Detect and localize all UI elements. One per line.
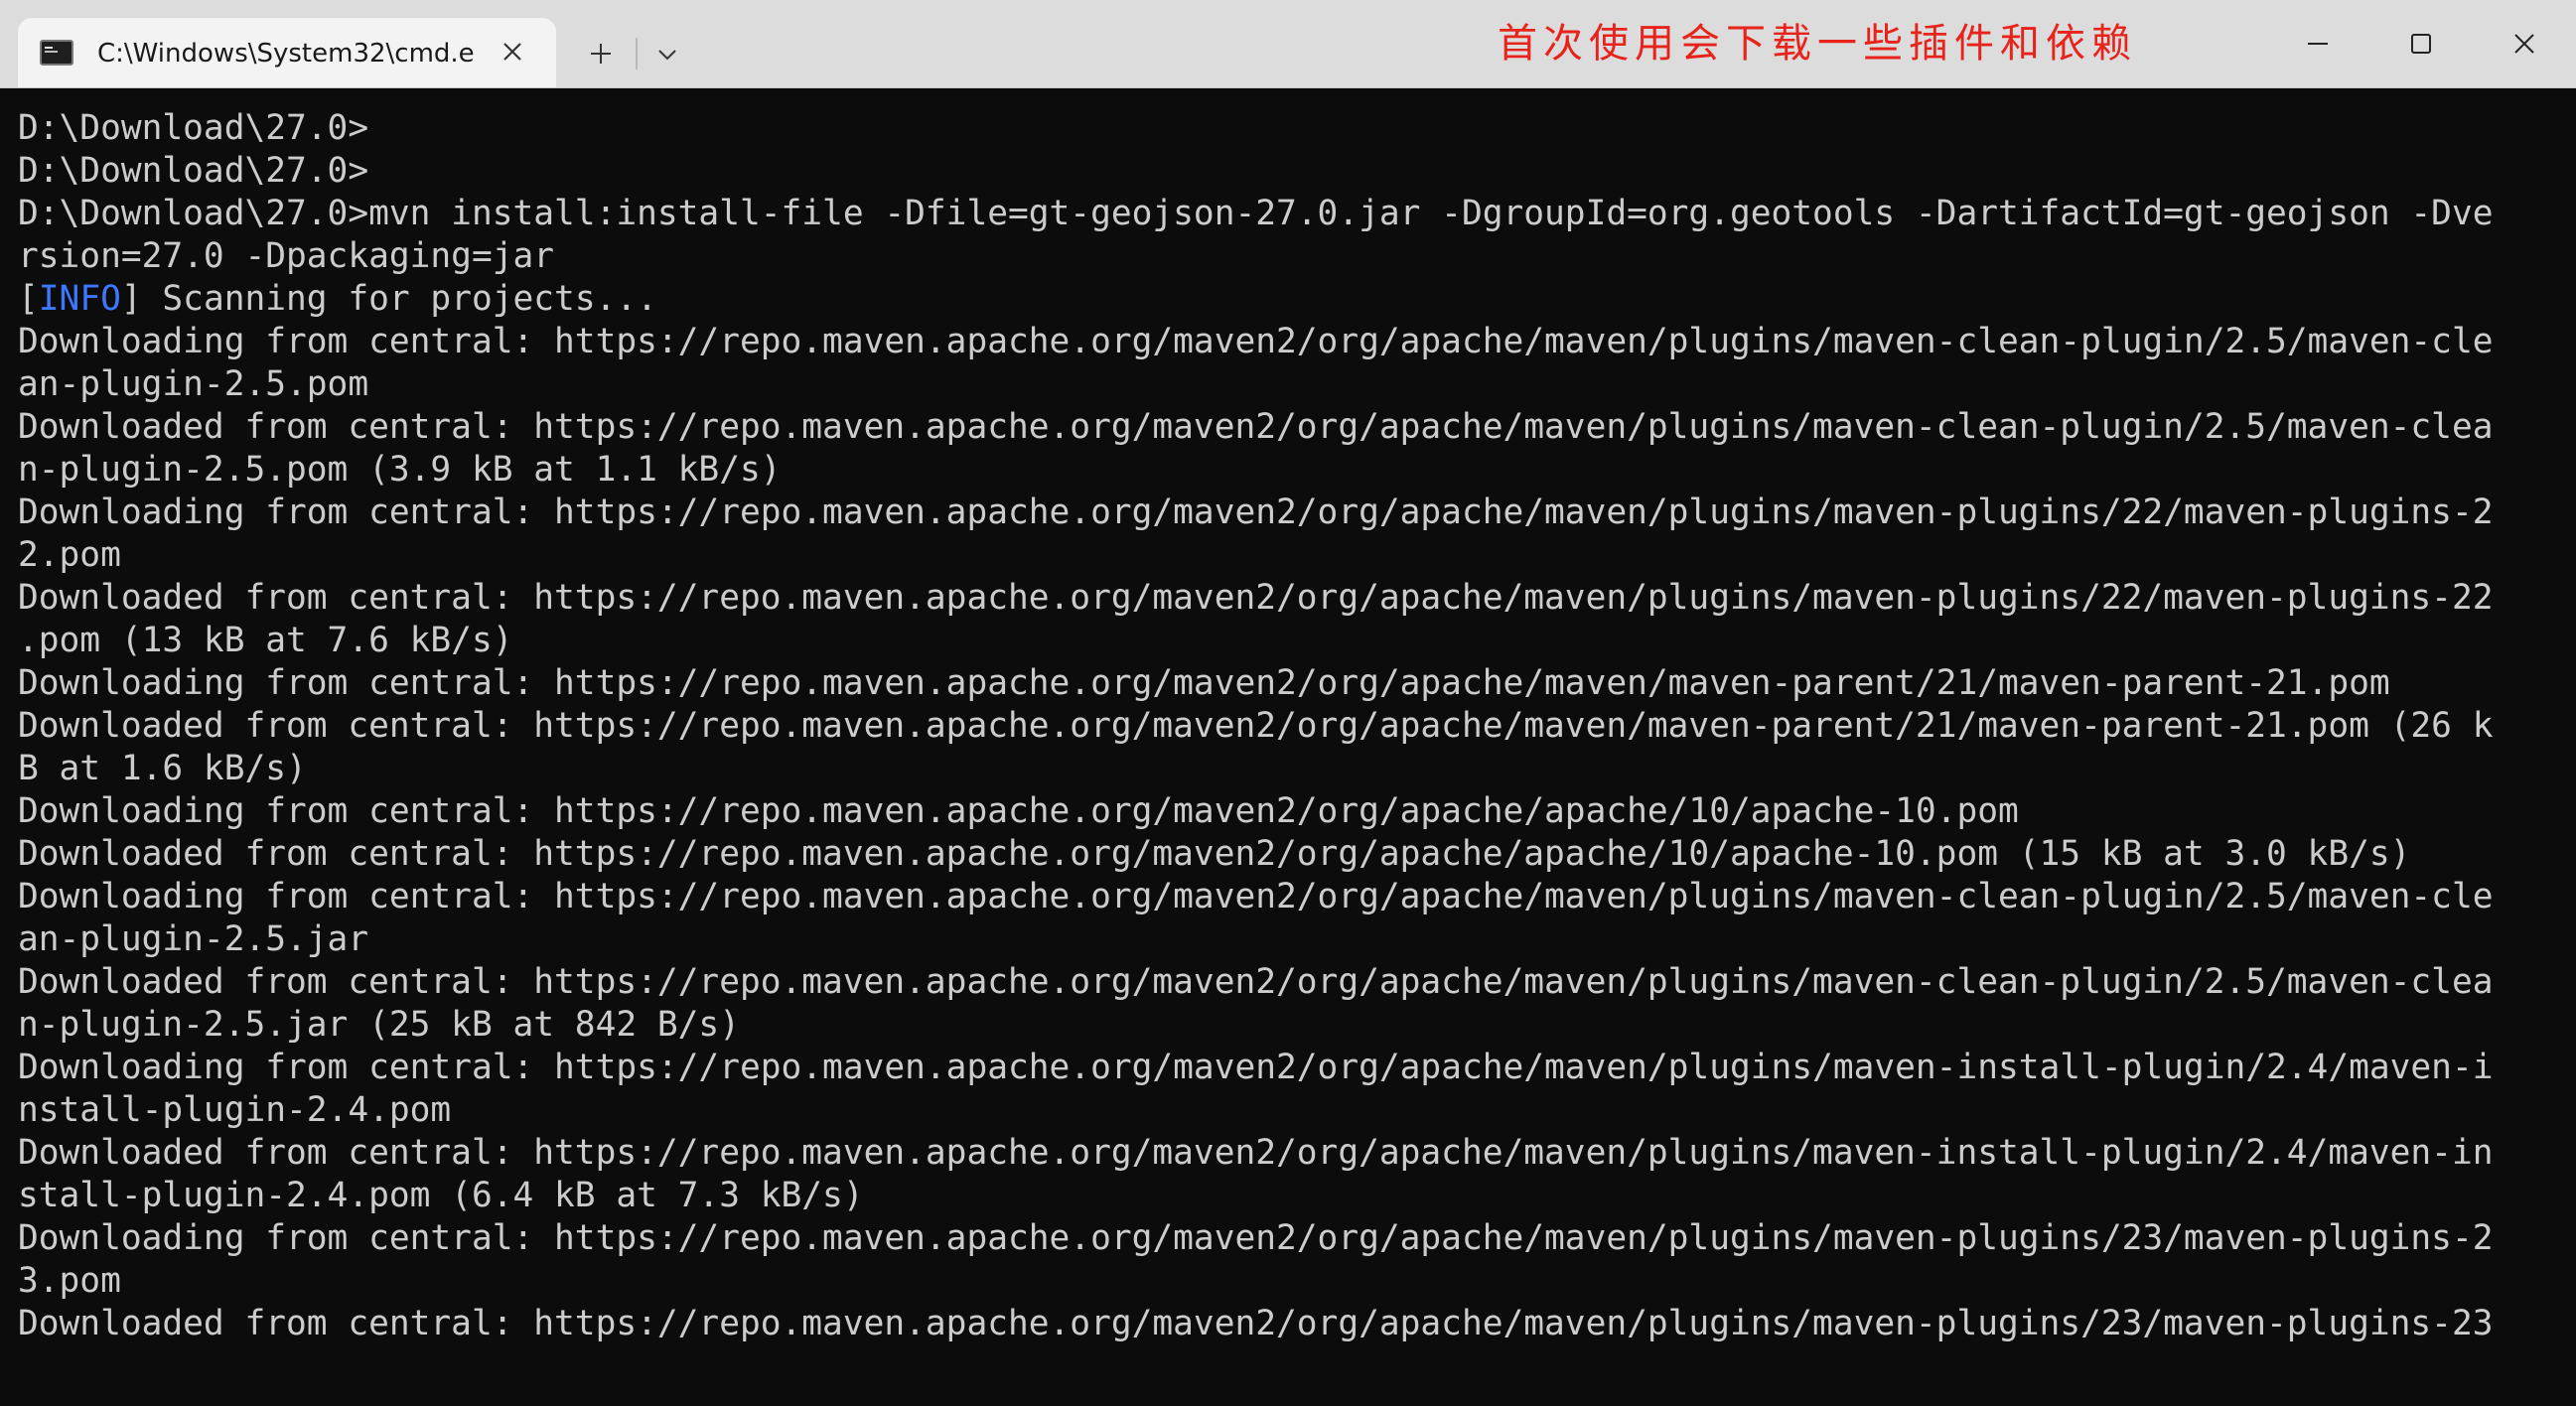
minimize-button[interactable] <box>2266 0 2369 87</box>
log-bracket-open: [ <box>18 279 39 319</box>
console-line: Downloading from central: https://repo.m… <box>18 1048 2494 1087</box>
maximize-button[interactable] <box>2369 0 2473 87</box>
new-tab-button[interactable] <box>576 32 626 75</box>
terminal-window: C:\Windows\System32\cmd.e 首次使用会下载一些插件和依赖 <box>0 0 2576 1406</box>
console-line: n-plugin-2.5.jar (25 kB at 842 B/s) <box>18 1005 740 1045</box>
close-window-button[interactable] <box>2473 0 2576 87</box>
console-line: Downloaded from central: https://repo.ma… <box>18 1133 2494 1173</box>
console-line: 2.pom <box>18 535 121 575</box>
console-line: rsion=27.0 -Dpackaging=jar <box>18 236 555 276</box>
console-line: Downloading from central: https://repo.m… <box>18 791 2019 831</box>
title-bar[interactable]: C:\Windows\System32\cmd.e 首次使用会下载一些插件和依赖 <box>0 0 2576 88</box>
console-line: Downloaded from central: https://repo.ma… <box>18 578 2494 618</box>
tab-close-button[interactable] <box>493 32 532 71</box>
tab-dropdown-button[interactable] <box>645 32 689 75</box>
console-line: Downloading from central: https://repo.m… <box>18 1218 2494 1258</box>
console-line: nstall-plugin-2.4.pom <box>18 1090 452 1130</box>
console-line: 3.pom <box>18 1261 121 1301</box>
console-line: Downloaded from central: https://repo.ma… <box>18 962 2494 1002</box>
console-line: Downloaded from central: https://repo.ma… <box>18 1304 2494 1343</box>
console-line: B at 1.6 kB/s) <box>18 749 307 788</box>
chevron-down-icon <box>658 50 676 61</box>
console-line: Downloading from central: https://repo.m… <box>18 663 2390 703</box>
console-line: [INFO] Scanning for projects... <box>18 278 2540 321</box>
minimize-icon <box>2308 43 2328 45</box>
close-icon <box>2514 34 2534 54</box>
tab-separator <box>636 38 638 70</box>
cmd-terminal-icon <box>40 40 73 66</box>
log-message: ] Scanning for projects... <box>120 279 657 319</box>
console-line: an-plugin-2.5.pom <box>18 364 369 404</box>
console-line: Downloading from central: https://repo.m… <box>18 492 2494 532</box>
plus-icon <box>591 44 611 64</box>
console-output[interactable]: D:\Download\27.0> D:\Download\27.0> D:\Dow… <box>18 107 2540 1398</box>
console-line: Downloading from central: https://repo.m… <box>18 877 2494 916</box>
tab-title: C:\Windows\System32\cmd.e <box>97 39 475 69</box>
log-level-info: INFO <box>38 279 121 319</box>
terminal-tab[interactable]: C:\Windows\System32\cmd.e <box>18 18 556 87</box>
console-line: Downloaded from central: https://repo.ma… <box>18 706 2494 746</box>
console-line: Downloaded from central: https://repo.ma… <box>18 834 2411 874</box>
console-line: an-plugin-2.5.jar <box>18 919 369 959</box>
annotation-text: 首次使用会下载一些插件和依赖 <box>1498 21 2137 67</box>
close-icon <box>503 43 521 61</box>
console-line: stall-plugin-2.4.pom (6.4 kB at 7.3 kB/s… <box>18 1176 864 1215</box>
console-line: D:\Download\27.0> <box>18 151 369 191</box>
console-line: D:\Download\27.0>mvn install:install-fil… <box>18 194 2494 233</box>
console-line: .pom (13 kB at 7.6 kB/s) <box>18 621 513 660</box>
console-line: n-plugin-2.5.pom (3.9 kB at 1.1 kB/s) <box>18 450 782 490</box>
scrollbar[interactable] <box>2558 89 2568 1390</box>
console-line: Downloaded from central: https://repo.ma… <box>18 407 2494 447</box>
maximize-icon <box>2411 34 2431 54</box>
console-line: Downloading from central: https://repo.m… <box>18 322 2494 361</box>
console-line: D:\Download\27.0> <box>18 108 369 148</box>
